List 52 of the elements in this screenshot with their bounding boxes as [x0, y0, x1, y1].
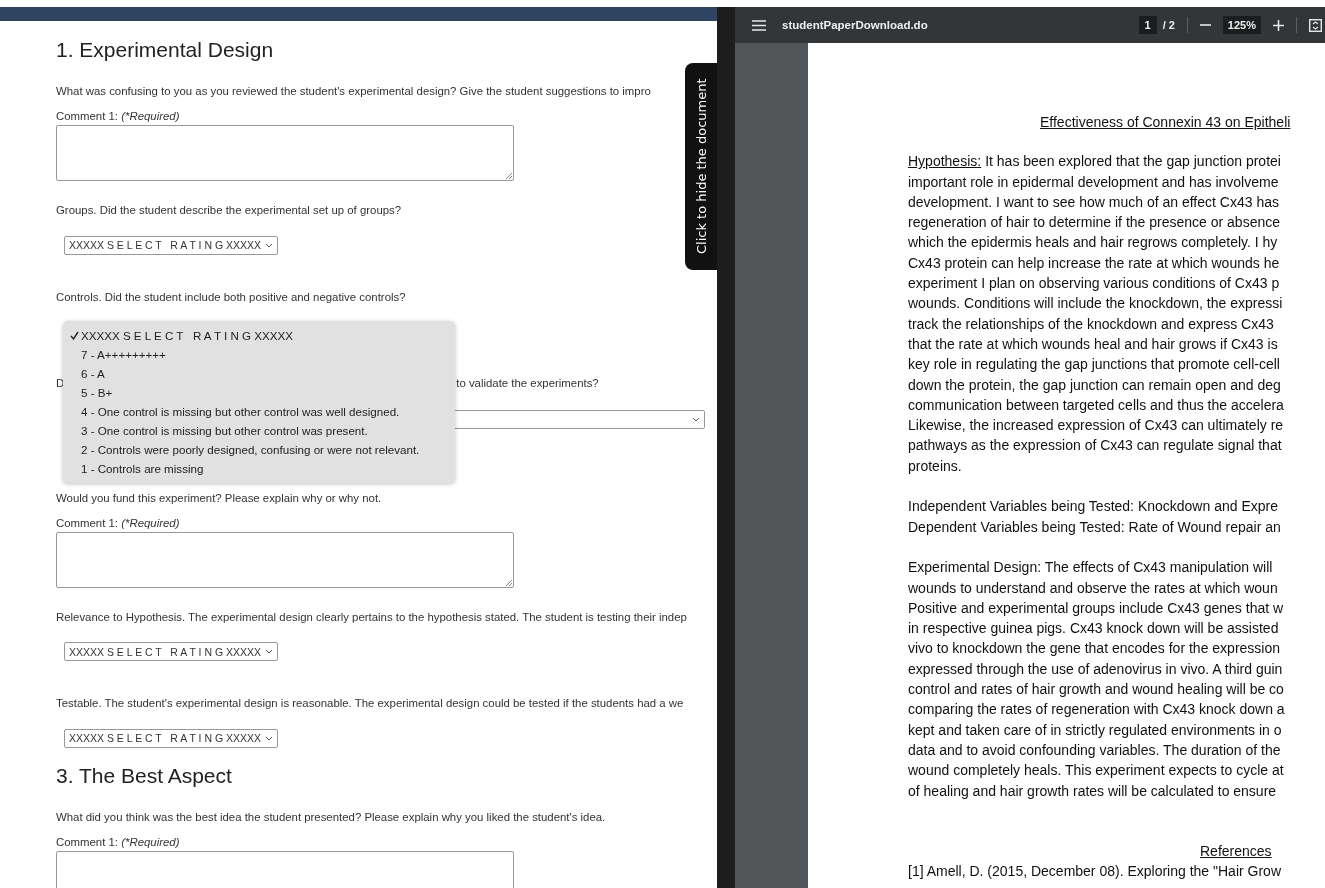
- section-heading: 1. Experimental Design: [56, 37, 274, 63]
- document-text-line: communication between targeted cells and thus the accelera: [908, 395, 1285, 415]
- document-title: Effectiveness of Connexin 43 on Epitheli: [1039, 113, 1292, 132]
- question-text: Controls. Did the student include both positive and negative controls?: [56, 289, 406, 305]
- question-text: Relevance to Hypothesis. The experimental design clearly pertains to the hypothesis stated. The student is testing their indep: [56, 609, 687, 625]
- document-text-line: expressed through the use of adenovirus in vivo. A third guin: [908, 659, 1284, 679]
- required-note: (*Required): [121, 516, 180, 529]
- document-text-line: wounds. Conditions will include the knockdown, the expressi: [908, 294, 1284, 314]
- document-text-line: development. I want to see how much of an effect Cx43 has: [908, 192, 1280, 212]
- document-text-line: kept and taken care of in strictly regulated environments in o: [908, 720, 1283, 740]
- document-text-line: proteins.: [908, 456, 963, 476]
- document-text-line: in respective guinea pigs. Cx43 knock down will be assisted: [908, 619, 1280, 639]
- question-text: Would you fund this experiment? Please explain why or why not.: [56, 490, 382, 506]
- document-text-line: control and rates of hair growth and wound healing will be co: [908, 680, 1285, 699]
- document-text-line: Dependent Variables being Tested: Rate of Wound repair an: [908, 517, 1282, 537]
- page-count: / 2: [1162, 19, 1175, 31]
- document-text-line: Experimental Design: The effects of Cx43 manipulation will: [908, 558, 1274, 578]
- document-text-line: pathways as the expression of Cx43 can regulate signal that: [908, 436, 1283, 456]
- document-text-line: important role in epidermal development and has involveme: [908, 172, 1280, 192]
- document-text-line: data and to avoid confounding variables. The duration of the: [908, 740, 1282, 760]
- document-text-line: key role in regulating the gap junctions that promote cell-cell: [908, 355, 1281, 375]
- document-text-line: comparing the rates of regeneration with Cx43 knock down a: [908, 700, 1286, 720]
- question-text: Testable. The student's experimental design is reasonable. The experimental design could be tested if the students had a we: [56, 696, 684, 711]
- references-heading: References: [1199, 841, 1273, 861]
- document-text-line: regeneration of hair to determine if the presence or absence: [908, 213, 1281, 233]
- document-text-line: vivo to knockdown the gene that encodes for the expression: [908, 639, 1281, 659]
- document-text-line: that the rate at which wounds heal and hair grows if Cx43 is: [908, 334, 1279, 354]
- reference-text: [1] Amell, D. (2015, December 08). Exploring the "Hair Grow: [908, 862, 1282, 882]
- document-text-line: wounds to understand and observe the rates at which woun: [908, 578, 1279, 598]
- question-text: What was confusing to you as you reviewed the student's experimental design? Give the student suggestions to impro: [56, 84, 651, 99]
- comment-label: Comment 1:: [56, 835, 119, 848]
- section-heading: 3. The Best Aspect: [56, 762, 232, 789]
- document-text-line: down the protein, the gap junction can remain open and deg: [908, 375, 1282, 395]
- file-name: studentPaperDownload.do: [782, 19, 928, 31]
- question-text: Groups. Did the student describe the experimental set up of groups?: [56, 203, 402, 218]
- document-text-line: of healing and hair growth rates will be calculated to ensure: [908, 781, 1278, 801]
- document-text-line: It has been explored that the gap junction protei: [985, 152, 1281, 172]
- required-note: (*Required): [121, 835, 180, 848]
- document-text-line: which the epidermis heals and hair regrows completely. I hy: [908, 233, 1279, 253]
- document-text-line: Likewise, the increased expression of Cx43 can ultimately re: [908, 416, 1285, 436]
- comment-label: Comment 1:: [56, 516, 119, 529]
- document-text-line: track the relationships of the knockdown and express Cx43: [908, 314, 1275, 334]
- question-text: to validate the experiments?: [456, 375, 599, 391]
- document-label: Hypothesis:: [908, 152, 982, 172]
- document-text-line: wound completely heals. This experiment expects to cycle at: [908, 761, 1285, 781]
- comment-label: Comment 1:: [56, 110, 119, 122]
- required-note: (*Required): [121, 110, 180, 122]
- document-text-line: Cx43 protein can help increase the rate at which wounds he: [908, 253, 1281, 273]
- document-text-line: experiment I plan on observing various conditions of Cx43 p: [908, 274, 1281, 294]
- document-text-line: Positive and experimental groups include Cx43 genes that w: [908, 598, 1285, 618]
- document-text-line: Independent Variables being Tested: Knockdown and Expre: [908, 497, 1279, 517]
- question-text: What did you think was the best idea the student presented? Please explain why you liked the student's idea.: [56, 809, 606, 825]
